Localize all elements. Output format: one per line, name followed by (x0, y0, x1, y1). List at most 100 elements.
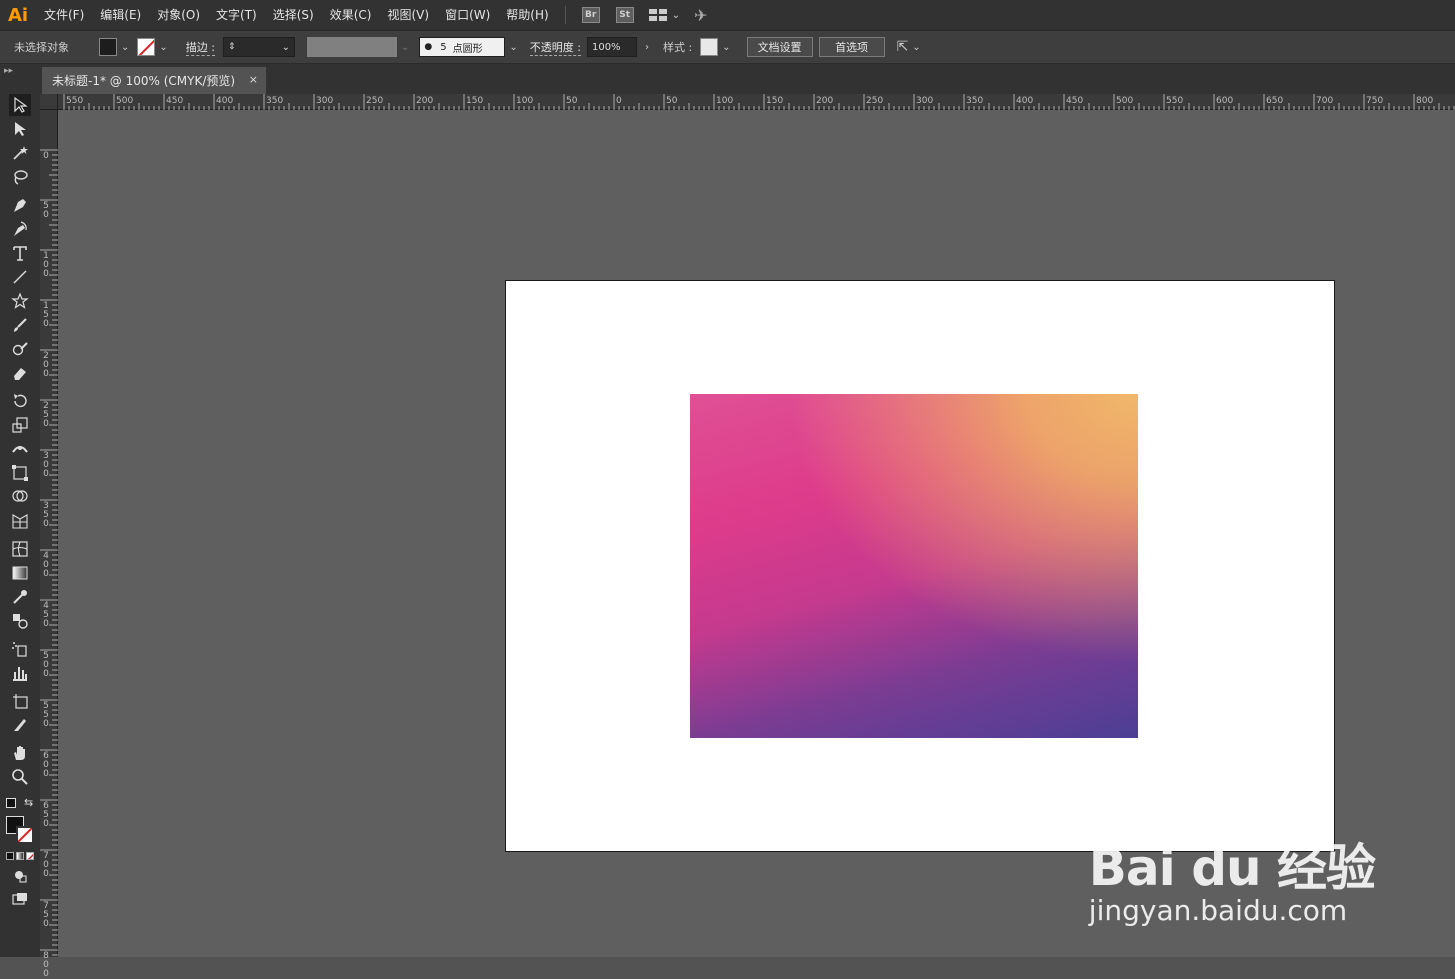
shaper-tool-icon[interactable] (9, 338, 31, 360)
ruler-origin-corner[interactable] (40, 94, 58, 110)
stroke-label[interactable]: 描边 : (185, 39, 215, 56)
eraser-tool-icon[interactable] (9, 362, 31, 384)
chevron-down-icon[interactable]: ⌄ (121, 42, 129, 53)
chevron-down-icon: ⌄ (671, 9, 681, 21)
fill-swatch[interactable] (99, 38, 117, 56)
chevron-down-icon[interactable]: ⌄ (401, 42, 409, 53)
opacity-input[interactable]: 100% (586, 37, 637, 57)
type-tool-icon[interactable] (9, 242, 31, 264)
drawing-mode-icon[interactable] (9, 864, 31, 886)
horizontal-ruler[interactable]: 550 500 450 400 350 300 250 200 150 100 50 0 50 100 15… (40, 94, 1455, 110)
watermark-brand: Bai du 经验 (1088, 839, 1376, 897)
ruler-h-label: 150 (466, 96, 484, 106)
ruler-h-label: 350 (966, 96, 984, 106)
stroke-color-box[interactable] (16, 826, 34, 844)
arrange-icon[interactable]: ⇱ (897, 39, 909, 55)
rotate-tool-icon[interactable] (9, 390, 31, 412)
ruler-h-label: 750 (1366, 96, 1384, 106)
chevron-down-icon[interactable]: ⌄ (159, 42, 167, 53)
ruler-h-label: 600 (1216, 96, 1234, 106)
hand-tool-icon[interactable] (9, 742, 31, 764)
brush-definition[interactable]: ● 5 点圆形 (419, 37, 506, 57)
curvature-tool-icon[interactable] (9, 218, 31, 240)
close-icon[interactable]: × (249, 73, 258, 86)
scale-tool-icon[interactable] (9, 414, 31, 436)
artboard[interactable] (505, 280, 1335, 852)
ruler-h-label: 50 (666, 96, 678, 106)
direct-selection-tool-icon[interactable] (9, 118, 31, 140)
color-mode-buttons[interactable] (6, 852, 34, 860)
pen-tool-icon[interactable] (9, 194, 31, 216)
line-segment-tool-icon[interactable] (9, 266, 31, 288)
menu-effect[interactable]: 效果(C) (322, 0, 380, 30)
perspective-grid-tool-icon[interactable] (9, 510, 31, 532)
menu-type[interactable]: 文字(T) (208, 0, 265, 30)
column-graph-tool-icon[interactable] (9, 662, 31, 684)
lasso-tool-icon[interactable] (9, 166, 31, 188)
graphic-style-swatch[interactable] (700, 38, 719, 56)
selection-tool-icon[interactable] (9, 94, 31, 116)
bridge-button[interactable]: Br (581, 7, 600, 23)
paintbrush-tool-icon[interactable] (9, 314, 31, 336)
menu-window[interactable]: 窗口(W) (437, 0, 498, 30)
stroke-weight-input[interactable]: ⇕ ⌄ (222, 37, 295, 57)
free-transform-tool-icon[interactable] (9, 462, 31, 484)
collapse-panel-icon[interactable]: ▸▸ (4, 66, 13, 76)
gradient-mode-icon[interactable] (16, 852, 24, 860)
document-setup-button[interactable]: 文档设置 (746, 37, 813, 57)
menu-help[interactable]: 帮助(H) (498, 0, 556, 30)
zoom-tool-icon[interactable] (9, 766, 31, 788)
document-tab[interactable]: 未标题-1* @ 100% (CMYK/预览) × (42, 67, 266, 94)
gradient-rectangle[interactable] (690, 394, 1138, 738)
menu-edit[interactable]: 编辑(E) (92, 0, 149, 30)
star-tool-icon[interactable] (9, 290, 31, 312)
eyedropper-tool-icon[interactable] (9, 586, 31, 608)
chevron-down-icon[interactable]: ⌄ (509, 42, 517, 53)
gradient-tool-icon[interactable] (9, 562, 31, 584)
menu-file[interactable]: 文件(F) (36, 0, 92, 30)
canvas[interactable]: Bai du 经验 jingyan.baidu.com (58, 110, 1455, 957)
document-tab-bar: 未标题-1* @ 100% (CMYK/预览) × (40, 64, 1455, 94)
ruler-v-label: 350 (43, 501, 49, 529)
brush-size: 5 (440, 41, 447, 53)
ruler-v-label: 50 (43, 201, 49, 220)
artboard-tool-icon[interactable] (9, 690, 31, 712)
brush-dot-icon: ● (424, 42, 433, 52)
blend-tool-icon[interactable] (9, 610, 31, 632)
ruler-v-label: 600 (43, 751, 49, 779)
stroke-swatch[interactable] (137, 38, 156, 56)
stock-button[interactable]: St (615, 7, 634, 23)
ruler-ticks (40, 149, 58, 956)
mesh-tool-icon[interactable] (9, 538, 31, 560)
brush-name: 点圆形 (452, 43, 483, 55)
chevron-right-icon[interactable]: › (645, 42, 649, 53)
opacity-label[interactable]: 不透明度 : (529, 39, 581, 56)
screen-mode-icon[interactable] (9, 888, 31, 910)
stepper-icon[interactable]: ⇕ (228, 42, 236, 52)
chevron-down-icon[interactable]: ⌄ (722, 42, 730, 53)
none-mode-icon[interactable] (26, 852, 34, 860)
vertical-ruler[interactable]: 0 50 100 150 200 250 300 350 400 450 500 550 600 650 7… (40, 110, 58, 979)
menu-object[interactable]: 对象(O) (149, 0, 208, 30)
shape-builder-tool-icon[interactable] (9, 486, 31, 508)
gpu-rocket-icon[interactable]: ✈ (694, 6, 707, 25)
preferences-button[interactable]: 首选项 (818, 37, 885, 57)
color-mode-icon[interactable] (6, 852, 14, 860)
chevron-down-icon[interactable]: ⌄ (282, 42, 290, 53)
variable-width-profile[interactable] (306, 37, 397, 57)
ruler-h-label: 450 (166, 96, 184, 106)
menu-view[interactable]: 视图(V) (379, 0, 437, 30)
swap-colors-icon[interactable]: ⇆ (24, 796, 33, 809)
workspace-layout-icon[interactable]: ⌄ (648, 8, 684, 22)
menu-select[interactable]: 选择(S) (265, 0, 322, 30)
magic-wand-tool-icon[interactable] (9, 142, 31, 164)
style-label: 样式 : (662, 41, 693, 54)
ruler-v-label: 650 (43, 801, 49, 829)
width-tool-icon[interactable] (9, 438, 31, 460)
slice-tool-icon[interactable] (9, 714, 31, 736)
chevron-down-icon[interactable]: ⌄ (912, 42, 920, 53)
default-colors-icon[interactable] (6, 798, 16, 808)
ruler-v-label: 450 (43, 601, 49, 629)
ruler-h-label: 350 (266, 96, 284, 106)
symbol-sprayer-tool-icon[interactable] (9, 638, 31, 660)
